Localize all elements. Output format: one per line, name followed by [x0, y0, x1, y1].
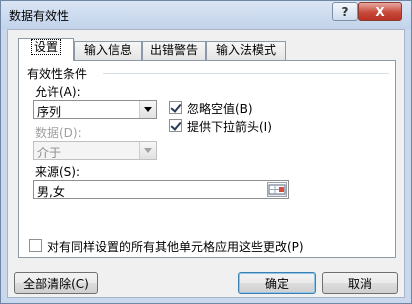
cancel-button[interactable]: 取消: [322, 272, 398, 294]
group-divider: [103, 73, 389, 74]
in-cell-dropdown-checkbox[interactable]: [169, 119, 182, 132]
ok-button[interactable]: 确定: [238, 272, 316, 294]
tab-error-alert[interactable]: 出错警告: [142, 41, 206, 60]
settings-page: 有效性条件 允许(A): 序列 数据(D): 介于 忽略空值(B) 提供下拉箭头…: [18, 60, 396, 258]
ignore-blank-checkbox[interactable]: [169, 101, 182, 114]
title-bar[interactable]: 数据有效性 ? X: [1, 1, 411, 29]
allow-select[interactable]: 序列: [33, 100, 157, 119]
allow-value: 序列: [37, 105, 62, 119]
data-select[interactable]: 介于: [33, 141, 157, 160]
source-input[interactable]: 男,女: [33, 180, 289, 199]
apply-all-checkbox[interactable]: [29, 239, 42, 252]
source-label: 来源(S):: [35, 165, 81, 179]
chevron-down-icon[interactable]: [139, 101, 156, 118]
dialog-title: 数据有效性: [9, 9, 70, 23]
ignore-blank-label: 忽略空值(B): [187, 102, 253, 116]
tab-error-alert-label: 出错警告: [149, 43, 198, 57]
chevron-down-icon[interactable]: [139, 142, 156, 159]
dialog-body: 设置 输入信息 出错警告 输入法模式 有效性条件 允许(A): 序列 数据(D)…: [7, 29, 405, 298]
tab-ime-mode-label: 输入法模式: [215, 43, 276, 57]
clear-all-button[interactable]: 全部清除(C): [14, 272, 98, 294]
range-select-icon[interactable]: [267, 182, 287, 197]
allow-label: 允许(A):: [35, 85, 81, 99]
validation-criteria-title: 有效性条件: [27, 67, 88, 81]
data-label: 数据(D):: [35, 126, 82, 140]
data-value: 介于: [37, 146, 62, 160]
tab-settings-label: 设置: [30, 39, 61, 55]
data-validation-dialog: 数据有效性 ? X 设置 输入信息 出错警告 输入法模式 有效性条件 允许(A)…: [0, 0, 412, 304]
help-button[interactable]: ?: [332, 2, 358, 21]
source-value: 男,女: [37, 185, 65, 199]
tab-input-message-label: 输入信息: [83, 43, 132, 57]
tab-ime-mode[interactable]: 输入法模式: [206, 41, 286, 60]
apply-all-label: 对有同样设置的所有其他单元格应用这些更改(P): [47, 240, 304, 254]
close-button[interactable]: X: [358, 2, 402, 21]
in-cell-dropdown-label: 提供下拉箭头(I): [187, 120, 272, 134]
tab-input-message[interactable]: 输入信息: [74, 41, 142, 60]
tab-settings[interactable]: 设置: [18, 38, 74, 61]
